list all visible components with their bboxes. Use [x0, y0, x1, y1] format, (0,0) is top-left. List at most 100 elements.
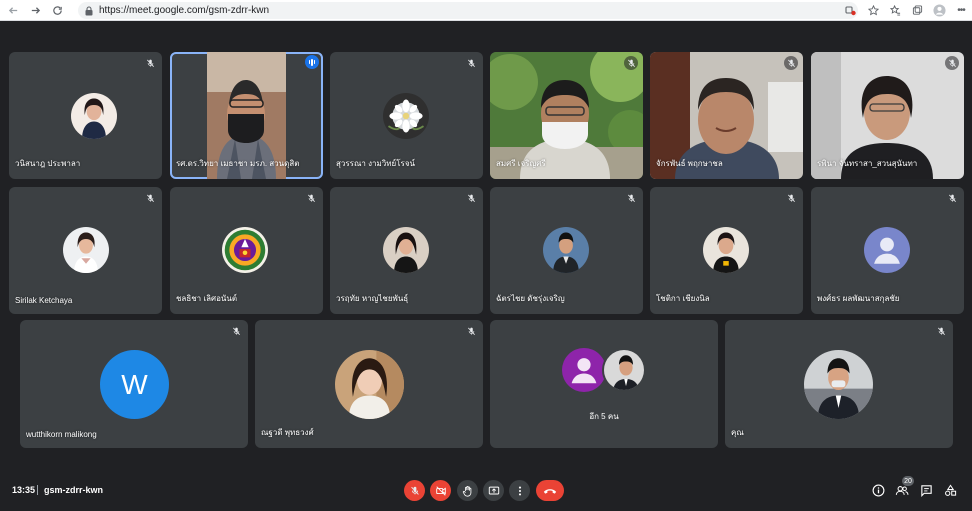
camera-blocked-icon[interactable]	[840, 0, 862, 21]
profile-icon[interactable]	[928, 0, 950, 21]
mic-off-icon	[945, 191, 959, 205]
mic-off-icon	[143, 191, 157, 205]
address-bar[interactable]: https://meet.google.com/gsm-zdrr-kwn	[78, 2, 858, 19]
collections-icon[interactable]	[906, 0, 928, 21]
others-label: อีก 5 คน	[589, 412, 619, 421]
mic-off-icon	[784, 56, 798, 70]
participant-name: พงศ์ธร ผลพัฒนาสกุลชัย	[817, 294, 900, 303]
participant-tile[interactable]: คุณ	[725, 320, 953, 448]
participant-name: wutthikorn malikong	[26, 430, 97, 439]
mic-off-icon	[464, 324, 478, 338]
meeting-code: gsm-zdrr-kwn	[44, 485, 104, 495]
participant-name: ณฐวดี พุทธวงศ์	[261, 428, 314, 437]
participant-name: สมศรี เจริญศรี	[496, 159, 546, 168]
more-options-button[interactable]	[509, 480, 530, 501]
participant-name: วรฤทัย หาญไชยพันธุ์	[336, 294, 409, 303]
camera-toggle-button[interactable]	[430, 480, 451, 501]
participant-tile[interactable]: ณฐวดี พุทธวงศ์	[255, 320, 483, 448]
avatar	[335, 350, 404, 419]
meeting-controls-bar: 13:35 gsm-zdrr-kwn 20	[0, 470, 972, 511]
participant-name: รพินา จันทราสา_สวนสุนันทา	[817, 159, 918, 168]
favorites-icon[interactable]	[884, 0, 906, 21]
avatar	[543, 227, 589, 273]
lock-icon	[84, 5, 93, 16]
participant-name: คุณ	[731, 428, 744, 437]
participant-name: ชลธิชา เลิศอนันต์	[176, 294, 238, 303]
avatar	[703, 227, 749, 273]
reload-button[interactable]	[46, 0, 68, 21]
star-icon[interactable]	[862, 0, 884, 21]
mic-off-icon	[143, 56, 157, 70]
meeting-time: 13:35	[12, 485, 36, 495]
mic-off-icon	[624, 191, 638, 205]
camera-off-icon	[435, 485, 446, 496]
mic-toggle-button[interactable]	[404, 480, 425, 501]
participant-name: Sirilak Ketchaya	[15, 296, 73, 305]
avatar	[602, 348, 646, 392]
present-icon	[488, 486, 499, 494]
participant-tile[interactable]: ฉัตรไชย ดัชรุ่งเจริญ	[490, 187, 643, 314]
participant-name: รศ.ดร.วิทยา เมธาชา มรภ. สวนดุสิต	[176, 159, 300, 168]
mic-off-icon	[464, 191, 478, 205]
participant-tile[interactable]: วรฤทัย หาญไชยพันธุ์	[330, 187, 483, 314]
divider	[37, 485, 38, 495]
reload-icon	[52, 5, 62, 15]
mic-off-icon	[229, 324, 243, 338]
back-button[interactable]	[2, 0, 24, 21]
participant-tile[interactable]: สุวรรณา งามวิทย์โรจน์	[330, 52, 483, 179]
mic-off-icon	[304, 191, 318, 205]
mic-off-icon	[934, 324, 948, 338]
arrow-left-icon	[8, 6, 17, 14]
participant-tile[interactable]: W wutthikorn malikong	[20, 320, 248, 448]
avatar	[63, 227, 109, 273]
forward-button[interactable]	[24, 0, 46, 21]
avatar	[383, 93, 429, 139]
participant-tile[interactable]: พงศ์ธร ผลพัฒนาสกุลชัย	[811, 187, 964, 314]
mic-off-icon	[784, 191, 798, 205]
mic-off-icon	[464, 56, 478, 70]
shapes-icon	[944, 483, 956, 496]
chat-icon	[920, 484, 932, 497]
meeting-details-button[interactable]	[870, 482, 886, 498]
participants-button[interactable]: 20	[894, 476, 914, 498]
avatar-letter: W	[121, 368, 148, 400]
chat-button[interactable]	[918, 482, 934, 498]
mic-off-icon	[624, 56, 638, 70]
more-vert-icon	[518, 486, 521, 495]
url-text: https://meet.google.com/gsm-zdrr-kwn	[99, 5, 270, 16]
default-avatar-icon	[562, 348, 606, 392]
participant-name: ฉัตรไชย ดัชรุ่งเจริญ	[496, 294, 565, 303]
participant-tile[interactable]: Sirilak Ketchaya	[9, 187, 162, 314]
activities-button[interactable]	[942, 482, 958, 498]
default-avatar-icon	[864, 227, 910, 273]
mic-off-icon	[409, 485, 421, 497]
present-screen-button[interactable]	[483, 480, 504, 501]
speaking-indicator-icon	[305, 55, 319, 69]
participant-name: โชติกา เชียงนิล	[656, 294, 710, 303]
participant-tile[interactable]: อีก 5 คน	[490, 320, 718, 448]
raise-hand-button[interactable]	[457, 480, 478, 501]
arrow-right-icon	[31, 6, 40, 14]
participant-tile[interactable]: วนิสนาฎ ประพาลา	[9, 52, 162, 179]
participant-tile[interactable]: ชลธิชา เลิศอนันต์	[170, 187, 323, 314]
mic-off-icon	[945, 56, 959, 70]
participants-count-badge: 20	[902, 476, 914, 486]
participant-name: จักรพันธ์ พฤกษาชล	[656, 159, 723, 168]
participant-tile[interactable]: สมศรี เจริญศรี	[490, 52, 643, 179]
hang-up-icon	[543, 488, 557, 494]
hand-icon	[462, 485, 471, 497]
browser-toolbar: https://meet.google.com/gsm-zdrr-kwn •••	[0, 0, 972, 21]
participant-tile[interactable]: รพินา จันทราสา_สวนสุนันทา	[811, 52, 964, 179]
avatar	[804, 350, 873, 419]
participant-tile[interactable]: โชติกา เชียงนิล	[650, 187, 803, 314]
info-icon	[872, 484, 884, 496]
participant-name: สุวรรณา งามวิทย์โรจน์	[336, 159, 415, 168]
participant-tile[interactable]: รศ.ดร.วิทยา เมธาชา มรภ. สวนดุสิต	[170, 52, 323, 179]
leave-call-button[interactable]	[536, 480, 564, 501]
avatar	[383, 227, 429, 273]
avatar	[71, 93, 117, 139]
avatar	[222, 227, 268, 273]
participant-name: วนิสนาฎ ประพาลา	[15, 159, 81, 168]
more-menu-icon[interactable]: •••	[950, 0, 972, 21]
participant-tile[interactable]: จักรพันธ์ พฤกษาชล	[650, 52, 803, 179]
